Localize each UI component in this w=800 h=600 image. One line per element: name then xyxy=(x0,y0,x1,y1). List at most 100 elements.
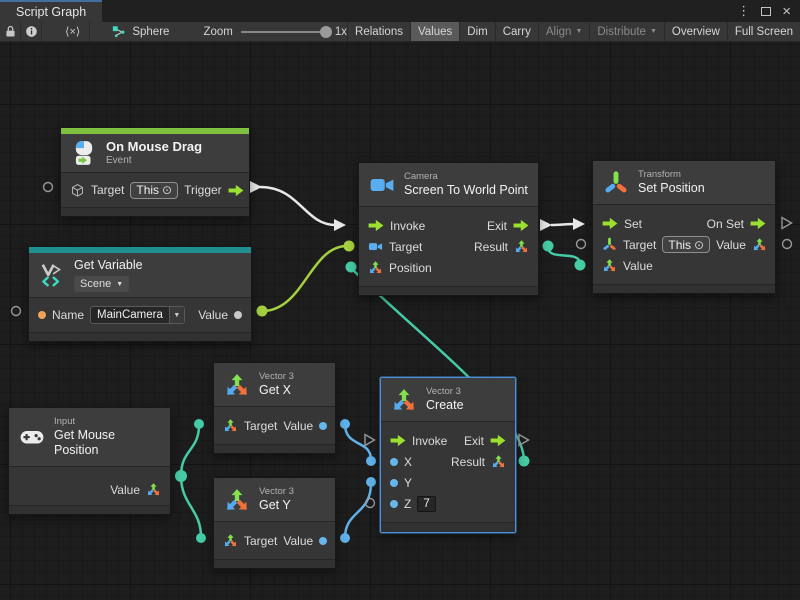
vector3-icon[interactable] xyxy=(602,258,617,273)
port-label-invoke: Invoke xyxy=(412,434,447,448)
port-name-in[interactable] xyxy=(38,311,46,319)
port-label-exit: Exit xyxy=(487,219,507,233)
window-close-icon[interactable]: × xyxy=(782,4,791,19)
wire-gety-to-create-y[interactable] xyxy=(340,477,376,543)
vector3-icon[interactable] xyxy=(491,454,506,469)
port-label-result: Result xyxy=(451,455,485,469)
flow-arrow-icon[interactable] xyxy=(513,219,529,232)
node-get-x[interactable]: Vector 3 Get X Target Value xyxy=(213,362,336,454)
node-category: Input xyxy=(54,416,160,428)
node-title: Get Y xyxy=(259,498,294,513)
vector3-icon[interactable] xyxy=(514,239,529,254)
port-label-invoke: Invoke xyxy=(390,219,425,233)
zoom-slider[interactable] xyxy=(241,31,327,33)
vector3-icon[interactable] xyxy=(146,482,161,497)
object-picker-icon[interactable]: ⊙ xyxy=(162,183,172,197)
tab-script-graph[interactable]: Script Graph xyxy=(0,0,102,22)
toolbar-button-dim[interactable]: Dim xyxy=(459,22,494,41)
wire-camera-result-to-set-value[interactable] xyxy=(543,241,586,271)
port-label-trigger: Trigger xyxy=(184,183,222,197)
flow-arrow-icon[interactable] xyxy=(368,219,384,232)
object-picker-icon[interactable]: ⊙ xyxy=(694,238,704,252)
node-screen-to-world-point[interactable]: Camera Screen To World Point Invoke Exit… xyxy=(358,162,539,296)
this-chip[interactable]: This ⊙ xyxy=(130,182,178,199)
node-footer xyxy=(214,444,335,453)
vector3-icon[interactable] xyxy=(223,418,238,433)
port-getvariable-name-in[interactable] xyxy=(12,307,21,316)
port-omd-target-in[interactable] xyxy=(44,183,53,192)
info-button[interactable] xyxy=(21,22,42,41)
node-header: Input Get Mouse Position xyxy=(9,408,170,467)
node-header: Vector 3 Get X xyxy=(214,363,335,407)
transform-icon xyxy=(603,170,629,196)
port-set-target-in[interactable] xyxy=(577,240,586,249)
node-get-y[interactable]: Vector 3 Get Y Target Value xyxy=(213,477,336,569)
port-label-target: Target xyxy=(244,534,277,548)
toolbar-button-overview[interactable]: Overview xyxy=(664,22,727,41)
port-create-invoke-in[interactable] xyxy=(365,435,375,446)
node-header: Get Variable Scene ▼ xyxy=(29,253,251,298)
wire-exit-to-set[interactable] xyxy=(540,218,585,231)
variable-name-dropdown[interactable]: MainCamera ▼ xyxy=(90,306,185,324)
graph-reference[interactable]: Sphere xyxy=(112,25,169,39)
this-chip[interactable]: This ⊙ xyxy=(662,236,710,253)
chevron-down-icon: ▼ xyxy=(169,307,184,323)
node-on-mouse-drag[interactable]: On Mouse Drag Event Target This ⊙ Trigge… xyxy=(60,127,250,217)
node-get-variable[interactable]: Get Variable Scene ▼ Name MainCamera ▼ xyxy=(28,246,252,342)
window-controls: ⋮ × xyxy=(737,0,800,22)
vector3-icon[interactable] xyxy=(223,533,238,548)
script-graph-icon xyxy=(112,25,126,39)
lock-button[interactable] xyxy=(0,22,21,41)
port-y-in[interactable] xyxy=(390,479,398,487)
node-title: Get X xyxy=(259,383,294,398)
node-header: Transform Set Position xyxy=(593,161,775,205)
port-label-target: Target xyxy=(623,238,656,252)
port-x-in[interactable] xyxy=(390,458,398,466)
toolbar-button-fullscreen[interactable]: Full Screen xyxy=(727,22,800,41)
flow-arrow-icon[interactable] xyxy=(390,434,406,447)
toolbar-button-relations[interactable]: Relations xyxy=(347,22,410,41)
gamepad-icon xyxy=(19,424,45,450)
wire-mouse-to-getx-gety[interactable] xyxy=(175,419,206,543)
flow-arrow-icon[interactable] xyxy=(602,217,618,230)
node-category: Vector 3 xyxy=(259,371,294,383)
port-value-out[interactable] xyxy=(319,537,327,545)
node-header: Vector 3 Get Y xyxy=(214,478,335,522)
window-maximize-icon[interactable] xyxy=(761,7,771,16)
port-set-onset-out[interactable] xyxy=(782,218,792,229)
node-title: Set Position xyxy=(638,181,705,196)
z-value-input[interactable]: 7 xyxy=(417,496,435,512)
vector3-icon[interactable] xyxy=(752,237,767,252)
transform-icon[interactable] xyxy=(602,237,617,252)
chevron-down-icon: ▼ xyxy=(650,28,657,35)
code-view-button[interactable]: ⟨×⟩ xyxy=(56,22,90,41)
port-value-out[interactable] xyxy=(234,311,242,319)
wire-trigger-to-invoke[interactable] xyxy=(250,181,346,231)
node-get-mouse-position[interactable]: Input Get Mouse Position Value xyxy=(8,407,171,515)
port-z-in[interactable] xyxy=(390,500,398,508)
wire-variable-to-camera-target[interactable] xyxy=(257,241,355,317)
port-value-out[interactable] xyxy=(319,422,327,430)
vector3-icon[interactable] xyxy=(368,260,383,275)
node-title: Get Variable xyxy=(74,258,143,273)
camera-icon[interactable] xyxy=(368,239,383,254)
toolbar-button-carry[interactable]: Carry xyxy=(495,22,538,41)
toolbar-button-values[interactable]: Values xyxy=(410,22,459,41)
port-label-value: Value xyxy=(283,419,313,433)
graph-toolbar: ⟨×⟩ Sphere Zoom 1x Relations Values Dim … xyxy=(0,22,800,42)
window-menu-icon[interactable]: ⋮ xyxy=(737,3,750,19)
toolbar-button-distribute[interactable]: Distribute▼ xyxy=(589,22,664,41)
lock-icon xyxy=(3,24,18,39)
graph-name-label: Sphere xyxy=(132,26,169,38)
graph-canvas[interactable]: On Mouse Drag Event Target This ⊙ Trigge… xyxy=(0,42,800,600)
flow-arrow-icon[interactable] xyxy=(750,217,766,230)
port-set-value-out[interactable] xyxy=(783,240,792,249)
node-create-vector3[interactable]: Vector 3 Create Invoke Exit X xyxy=(380,377,516,533)
toolbar-button-align[interactable]: Align▼ xyxy=(538,22,590,41)
node-set-position[interactable]: Transform Set Position Set On Set Target xyxy=(592,160,776,294)
flow-arrow-icon[interactable] xyxy=(228,184,244,197)
port-label-target: Target xyxy=(389,240,422,254)
zoom-slider-handle[interactable] xyxy=(320,26,332,38)
flow-arrow-icon[interactable] xyxy=(490,434,506,447)
variable-scope-dropdown[interactable]: Scene ▼ xyxy=(74,276,129,292)
